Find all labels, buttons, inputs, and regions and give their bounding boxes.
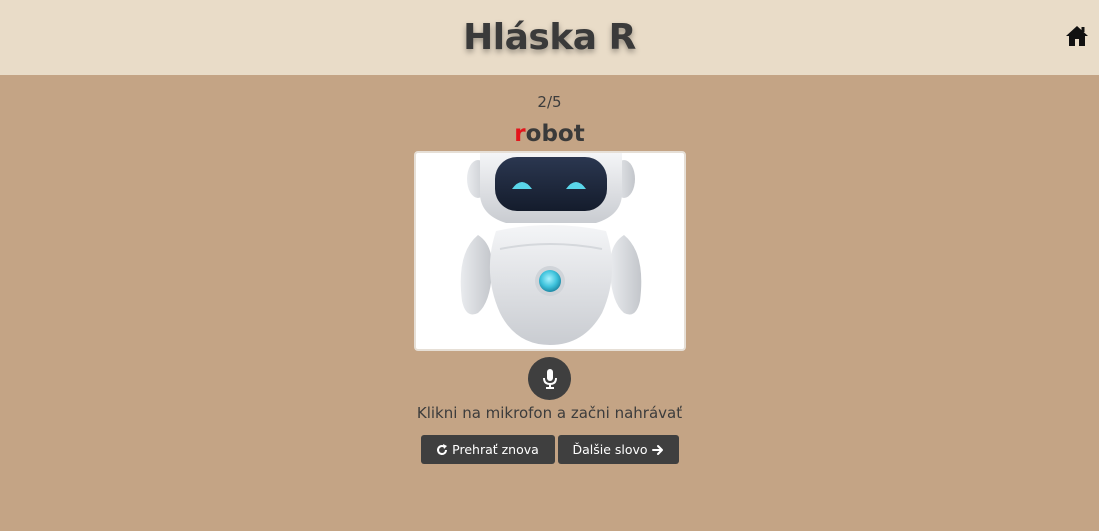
highlighted-letter: r [514,121,526,147]
home-icon[interactable] [1065,24,1089,48]
record-button[interactable] [528,357,571,400]
action-buttons: Prehrať znova Ďalšie slovo [420,435,679,464]
word-rest: obot [525,121,585,147]
microphone-icon [542,368,557,389]
page-title: Hláska R [463,17,636,58]
robot-illustration [460,153,641,345]
arrow-right-icon [651,444,663,455]
replay-button[interactable]: Prehrať znova [420,435,555,464]
next-word-button[interactable]: Ďalšie slovo [557,435,679,464]
target-word: robot [514,119,584,149]
word-image [413,151,686,351]
replay-label: Prehrať znova [452,442,539,457]
next-label: Ďalšie slovo [572,442,648,457]
hint-text: Klikni na mikrofon a začni nahrávať [416,404,683,422]
app-header: Hláska R [0,0,1099,75]
progress-counter: 2/5 [537,93,562,111]
redo-icon [437,443,448,455]
main-content: 2/5 robot Klikni na mikrofon a začni nah… [0,75,1099,464]
